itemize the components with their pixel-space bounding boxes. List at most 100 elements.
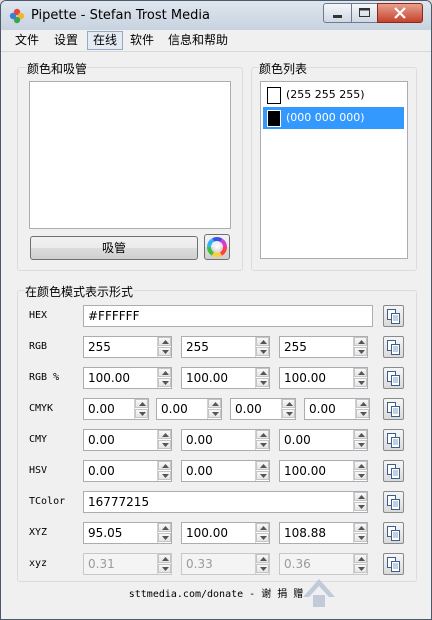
menu-software[interactable]: 软件 xyxy=(125,32,159,49)
spin-up-button[interactable] xyxy=(354,492,367,501)
spin-up-button[interactable] xyxy=(354,461,367,470)
rgb-field-1[interactable]: 255 xyxy=(83,336,172,358)
spin-up-button[interactable] xyxy=(354,430,367,439)
spin-buttons[interactable] xyxy=(157,368,171,388)
menu-info-help[interactable]: 信息和帮助 xyxy=(163,32,233,49)
spin-down-button[interactable] xyxy=(158,471,171,480)
spin-up-button[interactable] xyxy=(256,554,269,563)
spin-buttons[interactable] xyxy=(255,430,269,450)
spin-up-button[interactable] xyxy=(256,368,269,377)
spin-down-button[interactable] xyxy=(256,564,269,573)
xyz-field-3[interactable]: 108.88 xyxy=(279,522,368,544)
rgbp-field-2[interactable]: 100.00 xyxy=(181,367,270,389)
spin-up-button[interactable] xyxy=(208,399,221,408)
title-bar[interactable]: Pipette - Stefan Trost Media xyxy=(1,1,431,30)
spin-up-button[interactable] xyxy=(256,523,269,532)
spin-buttons[interactable] xyxy=(157,523,171,543)
color-list-item-selected[interactable]: (000 000 000) xyxy=(263,107,404,129)
spin-up-button[interactable] xyxy=(256,430,269,439)
menu-settings[interactable]: 设置 xyxy=(49,32,83,49)
color-list-item[interactable]: (255 255 255) xyxy=(263,84,404,106)
spin-up-button[interactable] xyxy=(354,368,367,377)
spin-up-button[interactable] xyxy=(158,430,171,439)
cmyk-field-1[interactable]: 0.00 xyxy=(83,398,149,420)
color-preview[interactable] xyxy=(29,81,231,229)
xyzl-field-2[interactable]: 0.33 xyxy=(181,553,270,575)
spin-buttons[interactable] xyxy=(353,523,367,543)
maximize-button[interactable] xyxy=(351,3,378,23)
spin-down-button[interactable] xyxy=(158,440,171,449)
spin-down-button[interactable] xyxy=(158,378,171,387)
spin-buttons[interactable] xyxy=(207,399,221,419)
xyz-field-1[interactable]: 95.05 xyxy=(83,522,172,544)
rgb-field-2[interactable]: 255 xyxy=(181,336,270,358)
spin-down-button[interactable] xyxy=(354,347,367,356)
spin-buttons[interactable] xyxy=(355,399,369,419)
spin-down-button[interactable] xyxy=(135,409,148,418)
color-list[interactable]: (255 255 255) (000 000 000) xyxy=(260,81,408,259)
spin-up-button[interactable] xyxy=(158,368,171,377)
cmyk-field-2[interactable]: 0.00 xyxy=(156,398,222,420)
cmy-field-2[interactable]: 0.00 xyxy=(181,429,270,451)
spin-buttons[interactable] xyxy=(353,461,367,481)
spin-down-button[interactable] xyxy=(256,471,269,480)
spin-up-button[interactable] xyxy=(158,523,171,532)
spin-buttons[interactable] xyxy=(255,554,269,574)
close-button[interactable] xyxy=(377,3,423,23)
spin-buttons[interactable] xyxy=(157,554,171,574)
spin-down-button[interactable] xyxy=(354,440,367,449)
rgbp-copy-button[interactable] xyxy=(383,367,404,389)
menu-online[interactable]: 在线 xyxy=(87,31,124,50)
spin-buttons[interactable] xyxy=(157,461,171,481)
spin-up-button[interactable] xyxy=(282,399,295,408)
spin-buttons[interactable] xyxy=(353,430,367,450)
hsv-field-3[interactable]: 100.00 xyxy=(279,460,368,482)
hsv-copy-button[interactable] xyxy=(383,460,404,482)
minimize-button[interactable] xyxy=(323,3,352,23)
hsv-field-2[interactable]: 0.00 xyxy=(181,460,270,482)
menu-file[interactable]: 文件 xyxy=(10,32,44,49)
spin-up-button[interactable] xyxy=(256,337,269,346)
spin-down-button[interactable] xyxy=(256,378,269,387)
spin-up-button[interactable] xyxy=(356,399,369,408)
spin-down-button[interactable] xyxy=(256,347,269,356)
spin-down-button[interactable] xyxy=(354,533,367,542)
spin-buttons[interactable] xyxy=(157,430,171,450)
xyzl-field-1[interactable]: 0.31 xyxy=(83,553,172,575)
spin-up-button[interactable] xyxy=(135,399,148,408)
spin-buttons[interactable] xyxy=(255,337,269,357)
spin-down-button[interactable] xyxy=(256,533,269,542)
spin-buttons[interactable] xyxy=(255,461,269,481)
color-wheel-button[interactable] xyxy=(204,234,230,260)
cmy-field-3[interactable]: 0.00 xyxy=(279,429,368,451)
spin-buttons[interactable] xyxy=(353,337,367,357)
spin-down-button[interactable] xyxy=(354,502,367,511)
tcolor-field-1[interactable]: 16777215 xyxy=(83,491,368,513)
spin-down-button[interactable] xyxy=(354,378,367,387)
rgb-field-3[interactable]: 255 xyxy=(279,336,368,358)
spin-down-button[interactable] xyxy=(158,564,171,573)
rgbp-field-3[interactable]: 100.00 xyxy=(279,367,368,389)
cmy-copy-button[interactable] xyxy=(383,429,404,451)
spin-buttons[interactable] xyxy=(281,399,295,419)
spin-down-button[interactable] xyxy=(282,409,295,418)
spin-down-button[interactable] xyxy=(354,471,367,480)
spin-down-button[interactable] xyxy=(158,347,171,356)
cmyk-field-4[interactable]: 0.00 xyxy=(304,398,370,420)
spin-buttons[interactable] xyxy=(134,399,148,419)
hex-copy-button[interactable] xyxy=(383,305,404,327)
cmyk-copy-button[interactable] xyxy=(383,398,404,420)
spin-up-button[interactable] xyxy=(354,523,367,532)
spin-up-button[interactable] xyxy=(354,554,367,563)
spin-buttons[interactable] xyxy=(353,492,367,512)
cmyk-field-3[interactable]: 0.00 xyxy=(230,398,296,420)
rgb-copy-button[interactable] xyxy=(383,336,404,358)
spin-up-button[interactable] xyxy=(158,461,171,470)
spin-down-button[interactable] xyxy=(158,533,171,542)
spin-buttons[interactable] xyxy=(255,368,269,388)
pipette-button[interactable]: 吸管 xyxy=(30,236,198,260)
spin-up-button[interactable] xyxy=(158,337,171,346)
spin-up-button[interactable] xyxy=(256,461,269,470)
spin-down-button[interactable] xyxy=(256,440,269,449)
spin-down-button[interactable] xyxy=(208,409,221,418)
